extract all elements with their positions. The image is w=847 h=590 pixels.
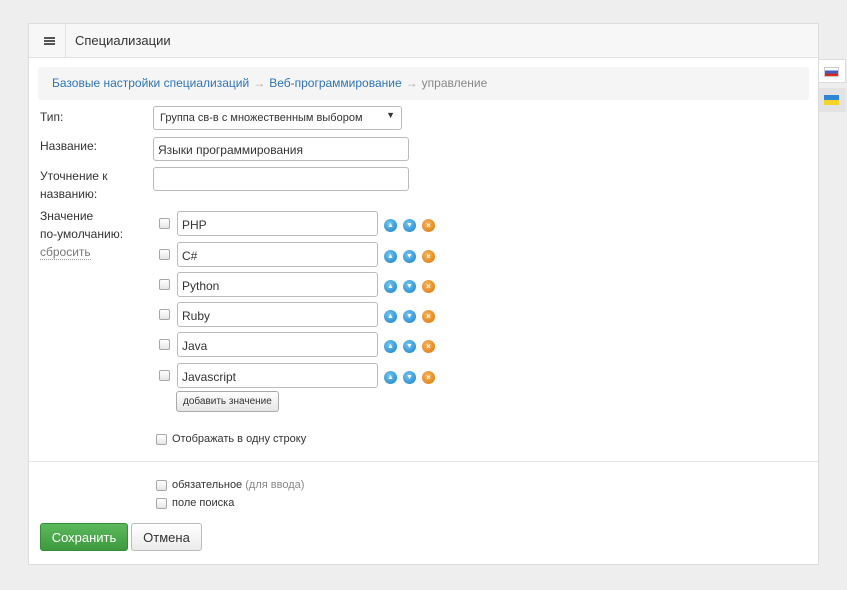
value-input[interactable]: Python <box>177 272 378 297</box>
reset-link[interactable]: сбросить <box>40 245 91 260</box>
arrow-down-icon[interactable]: ▼ <box>403 340 416 353</box>
value-row: Javascript ▲ ▼ × <box>158 363 448 389</box>
arrow-up-icon[interactable]: ▲ <box>384 371 397 384</box>
clarify-label: Уточнение к названию: <box>40 167 108 203</box>
value-checkbox[interactable] <box>159 339 170 350</box>
flag-ua-icon <box>824 95 839 105</box>
value-checkbox[interactable] <box>159 370 170 381</box>
value-input[interactable]: Ruby <box>177 302 378 327</box>
value-checkbox[interactable] <box>159 309 170 320</box>
clarify-label-line-2: названию: <box>40 187 98 201</box>
value-row: PHP ▲ ▼ × <box>158 211 448 237</box>
cancel-button[interactable]: Отмена <box>131 523 202 551</box>
breadcrumb-current: управление <box>421 76 488 90</box>
arrow-down-icon[interactable]: ▼ <box>403 371 416 384</box>
flag-ru-icon <box>824 67 839 77</box>
arrow-up-icon[interactable]: ▲ <box>384 219 397 232</box>
value-input[interactable]: Javascript <box>177 363 378 388</box>
value-checkbox[interactable] <box>159 279 170 290</box>
arrow-up-icon[interactable]: ▲ <box>384 280 397 293</box>
required-label-text: обязательное <box>172 479 243 491</box>
value-row: C# ▲ ▼ × <box>158 242 448 268</box>
add-value-button[interactable]: добавить значение <box>176 391 279 412</box>
menu-icon[interactable] <box>29 24 66 58</box>
breadcrumb-separator: → <box>253 76 266 90</box>
breadcrumb-link-specializations[interactable]: Базовые настройки специализаций <box>52 76 249 90</box>
arrow-up-icon[interactable]: ▲ <box>384 340 397 353</box>
required-label: обязательное (для ввода) <box>172 479 304 491</box>
type-select[interactable]: Группа св-в с множественным выбором ▼ <box>153 106 402 130</box>
divider <box>29 461 818 462</box>
required-hint: (для ввода) <box>245 479 305 491</box>
one-line-checkbox[interactable] <box>156 434 167 445</box>
delete-icon[interactable]: × <box>422 250 435 263</box>
value-input[interactable]: PHP <box>177 211 378 236</box>
value-row: Python ▲ ▼ × <box>158 272 448 298</box>
default-label-line-1: Значение <box>40 209 94 223</box>
arrow-up-icon[interactable]: ▲ <box>384 250 397 263</box>
panel-header: Специализации <box>29 24 818 58</box>
page-title: Специализации <box>75 33 171 48</box>
chevron-down-icon: ▼ <box>386 110 395 120</box>
language-tab-ru[interactable] <box>819 59 846 83</box>
default-label-line-2: по-умолчанию: <box>40 227 124 241</box>
name-label: Название: <box>40 139 97 153</box>
breadcrumb-link-web-programming[interactable]: Веб-программирование <box>269 76 401 90</box>
value-checkbox[interactable] <box>159 249 170 260</box>
arrow-down-icon[interactable]: ▼ <box>403 310 416 323</box>
value-input[interactable]: C# <box>177 242 378 267</box>
value-row: Ruby ▲ ▼ × <box>158 302 448 328</box>
search-field-label: поле поиска <box>172 497 235 509</box>
value-checkbox[interactable] <box>159 218 170 229</box>
delete-icon[interactable]: × <box>422 219 435 232</box>
name-input[interactable]: Языки программирования <box>153 137 409 161</box>
value-row: Java ▲ ▼ × <box>158 332 448 358</box>
arrow-down-icon[interactable]: ▼ <box>403 219 416 232</box>
clarify-input[interactable] <box>153 167 409 191</box>
search-field-checkbox[interactable] <box>156 498 167 509</box>
type-label: Тип: <box>40 110 64 124</box>
one-line-label: Отображать в одну строку <box>172 433 307 445</box>
delete-icon[interactable]: × <box>422 340 435 353</box>
save-button[interactable]: Сохранить <box>40 523 128 551</box>
value-input[interactable]: Java <box>177 332 378 357</box>
delete-icon[interactable]: × <box>422 310 435 323</box>
arrow-down-icon[interactable]: ▼ <box>403 280 416 293</box>
clarify-label-line-1: Уточнение к <box>40 169 108 183</box>
default-label: Значение по-умолчанию: сбросить <box>40 207 123 261</box>
language-tab-ua[interactable] <box>819 88 846 112</box>
arrow-down-icon[interactable]: ▼ <box>403 250 416 263</box>
breadcrumb: Базовые настройки специализаций → Веб-прог… <box>38 67 809 100</box>
main-panel: Специализации Базовые настройки специали… <box>28 23 819 565</box>
type-select-value: Группа св-в с множественным выбором <box>160 112 363 124</box>
delete-icon[interactable]: × <box>422 371 435 384</box>
arrow-up-icon[interactable]: ▲ <box>384 310 397 323</box>
required-checkbox[interactable] <box>156 480 167 491</box>
breadcrumb-separator: → <box>405 76 418 90</box>
delete-icon[interactable]: × <box>422 280 435 293</box>
